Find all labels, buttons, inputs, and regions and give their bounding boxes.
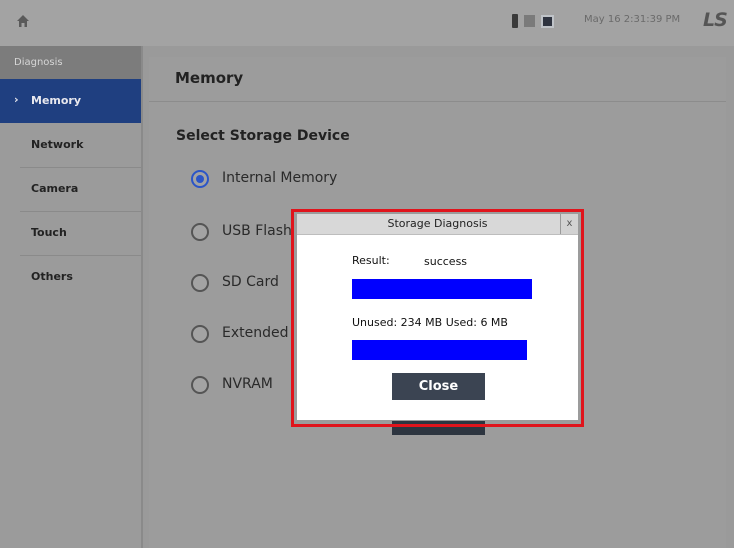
sidebar-item-others[interactable]: Others [0, 255, 141, 299]
sidebar-item-network[interactable]: Network [0, 123, 141, 167]
sidebar-item-label: Memory [31, 94, 82, 107]
radio-button[interactable] [191, 376, 209, 394]
option-label: USB Flash [222, 223, 292, 239]
network-icon [541, 14, 554, 28]
radio-button[interactable] [191, 325, 209, 343]
sidebar-item-memory[interactable]: › Memory [0, 79, 141, 123]
content-header: Memory [149, 57, 726, 102]
option-label: SD Card [222, 274, 279, 290]
option-label: Internal Memory [222, 170, 338, 186]
sd-card-icon [524, 15, 535, 27]
section-title: Select Storage Device [176, 128, 350, 144]
radio-button[interactable] [191, 170, 209, 188]
chevron-right-icon: › [14, 93, 19, 106]
top-bar: May 16 2:31:39 PM LS [0, 0, 734, 46]
sidebar-item-camera[interactable]: Camera [0, 167, 141, 211]
sidebar-item-touch[interactable]: Touch [0, 211, 141, 255]
radio-button[interactable] [191, 274, 209, 292]
highlight-frame [291, 209, 584, 427]
brand-logo: LS [703, 9, 728, 31]
option-label: NVRAM [222, 376, 273, 392]
sidebar-header: Diagnosis [0, 46, 141, 79]
home-icon[interactable] [16, 14, 30, 28]
sidebar-item-label: Touch [31, 226, 67, 239]
radio-button[interactable] [191, 223, 209, 241]
sidebar-item-label: Network [31, 138, 84, 151]
option-label: Extended [222, 325, 289, 341]
status-icons [512, 14, 554, 28]
datetime: May 16 2:31:39 PM [584, 14, 681, 25]
sidebar-item-label: Others [31, 270, 73, 283]
page-title: Memory [175, 69, 244, 87]
sidebar-item-label: Camera [31, 182, 79, 195]
sidebar: Diagnosis › Memory Network Camera Touch … [0, 46, 143, 548]
usb-icon [512, 14, 518, 28]
